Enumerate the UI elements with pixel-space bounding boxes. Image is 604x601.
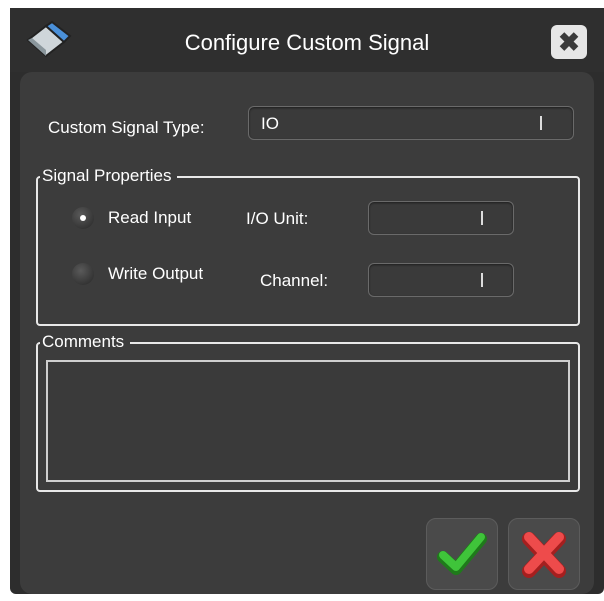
x-mark-icon — [522, 532, 566, 578]
io-unit-label: I/O Unit: — [246, 209, 309, 228]
read-input-label: Read Input — [108, 208, 192, 227]
checkmark-icon — [437, 533, 487, 575]
comments-group: Comments — [36, 332, 580, 492]
signal-properties-legend: Signal Properties — [40, 166, 178, 186]
read-input-radio[interactable] — [72, 207, 94, 229]
dialog-title: Configure Custom Signal — [184, 30, 430, 55]
io-unit-field[interactable] — [368, 201, 514, 235]
signal-properties-group: Signal Properties Read Input Write Outpu… — [36, 166, 580, 326]
text-caret — [481, 273, 483, 287]
configure-custom-signal-dialog: Configure Custom Signal ✖ Custom Signal … — [10, 8, 604, 594]
close-icon: ✖ — [558, 27, 580, 57]
write-output-radio[interactable] — [72, 263, 94, 285]
custom-signal-type-label: Custom Signal Type: — [48, 118, 205, 137]
comments-textarea[interactable] — [46, 360, 570, 482]
channel-label: Channel: — [260, 271, 329, 290]
text-caret — [540, 116, 542, 130]
text-caret — [481, 211, 483, 225]
custom-signal-type-select[interactable]: IO — [248, 106, 574, 140]
title-bar[interactable]: Configure Custom Signal ✖ — [10, 8, 604, 72]
custom-signal-type-value: IO — [261, 114, 279, 133]
close-button[interactable]: ✖ — [551, 25, 587, 59]
dialog-content: Custom Signal Type: IO Signal Properties… — [20, 72, 594, 594]
radio-selected-dot — [80, 215, 86, 221]
comments-legend: Comments — [40, 332, 131, 352]
ok-button[interactable] — [426, 518, 498, 590]
write-output-label: Write Output — [108, 264, 204, 283]
cancel-button[interactable] — [508, 518, 580, 590]
channel-field[interactable] — [368, 263, 514, 297]
